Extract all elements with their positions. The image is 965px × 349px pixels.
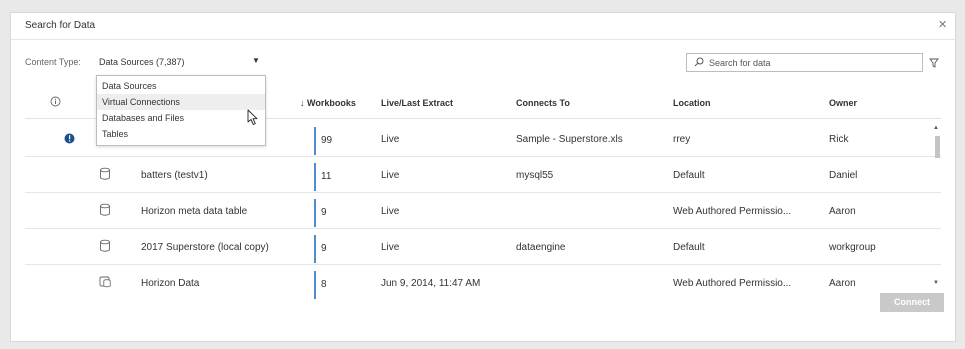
row-location: Default [673, 170, 705, 181]
vertical-scrollbar[interactable]: ▲ ▼ [933, 125, 942, 293]
row-owner: Daniel [829, 170, 858, 181]
info-icon [50, 96, 61, 107]
search-for-data-dialog: Search for Data × Content Type: Data Sou… [10, 12, 956, 342]
close-icon[interactable]: × [938, 16, 947, 34]
row-connects-to: dataengine [516, 242, 566, 253]
filter-icon[interactable] [929, 58, 939, 68]
scroll-down-icon[interactable]: ▼ [933, 280, 939, 286]
extract-data-source-icon [99, 276, 111, 288]
row-workbooks: 11 [321, 171, 332, 182]
data-source-icon [100, 203, 110, 216]
column-header-location[interactable]: Location [673, 98, 711, 108]
dialog-titlebar: Search for Data × [11, 13, 955, 40]
row-connects-to: Sample - Superstore.xls [516, 134, 623, 145]
content-type-select[interactable]: Data Sources (7,387) [99, 57, 185, 67]
row-owner: workgroup [829, 242, 876, 253]
workbook-bar [314, 163, 316, 191]
row-workbooks: 99 [321, 135, 333, 146]
content-type-dropdown: Data Sources Virtual Connections Databas… [96, 75, 266, 146]
column-header-owner[interactable]: Owner [829, 98, 857, 108]
dropdown-option-tables[interactable]: Tables [97, 126, 265, 142]
row-workbooks: 9 [321, 207, 327, 218]
dialog-title: Search for Data [25, 20, 96, 31]
row-workbooks: 9 [321, 243, 327, 254]
scroll-thumb[interactable] [935, 136, 940, 158]
dropdown-option-data-sources[interactable]: Data Sources [97, 78, 265, 94]
table-row[interactable]: 2017 Superstore (local copy) 9 Live data… [25, 229, 941, 265]
workbook-bar [314, 199, 316, 227]
data-source-icon [100, 239, 110, 252]
table-row[interactable]: Horizon meta data table 9 Live Web Autho… [25, 193, 941, 229]
search-input[interactable] [709, 56, 909, 69]
row-extract: Live [381, 242, 400, 253]
dropdown-option-virtual-connections[interactable]: Virtual Connections [97, 94, 265, 110]
row-name: 2017 Superstore (local copy) [141, 242, 269, 253]
row-owner: Aaron [829, 206, 856, 217]
row-owner: Rick [829, 134, 849, 145]
search-icon [694, 57, 704, 67]
row-name: Horizon meta data table [141, 206, 248, 217]
row-location: Web Authored Permissio... [673, 278, 792, 289]
scroll-up-icon[interactable]: ▲ [933, 125, 939, 131]
search-box[interactable] [686, 53, 923, 72]
row-extract: Live [381, 206, 400, 217]
row-extract: Live [381, 170, 400, 181]
row-owner: Aaron [829, 278, 856, 289]
content-type-label: Content Type: [25, 57, 81, 67]
row-location: Web Authored Permissio... [673, 206, 792, 217]
column-header-extract[interactable]: Live/Last Extract [381, 98, 453, 108]
connect-button[interactable]: Connect [880, 293, 944, 312]
workbook-bar [314, 127, 316, 155]
column-header-workbooks[interactable]: ↓ Workbooks [300, 98, 356, 108]
workbook-bar [314, 235, 316, 263]
table-row[interactable]: Horizon Data 8 Jun 9, 2014, 11:47 AM Web… [25, 265, 941, 301]
column-header-connects-to[interactable]: Connects To [516, 98, 570, 108]
row-name: Horizon Data [141, 278, 200, 289]
row-location: Default [673, 242, 705, 253]
mouse-pointer-icon [247, 109, 258, 125]
row-extract: Live [381, 134, 400, 145]
row-location: rrey [673, 134, 691, 145]
dropdown-option-databases-and-files[interactable]: Databases and Files [97, 110, 265, 126]
table-row[interactable]: batters (testv1) 11 Live mysql55 Default… [25, 157, 941, 193]
data-source-icon [100, 167, 110, 180]
chevron-down-icon[interactable]: ▼ [252, 56, 260, 65]
warning-icon [64, 133, 75, 144]
workbook-bar [314, 271, 316, 299]
row-name: batters (testv1) [141, 170, 208, 181]
row-connects-to: mysql55 [516, 170, 554, 181]
row-extract: Jun 9, 2014, 11:47 AM [381, 278, 481, 289]
row-workbooks: 8 [321, 279, 327, 290]
